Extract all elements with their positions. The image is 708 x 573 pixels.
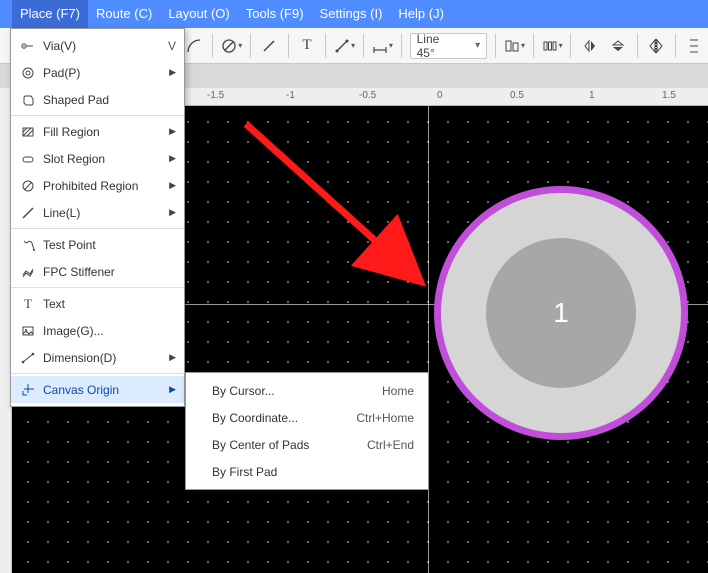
pad-label: 1 (553, 297, 569, 329)
toolbar-distribute-icon[interactable]: ▾ (541, 34, 564, 58)
item-label: Image(G)... (43, 324, 176, 338)
line-icon (19, 206, 37, 220)
submenu-by-coordinate[interactable]: By Coordinate... Ctrl+Home (186, 404, 428, 431)
menu-separator (11, 228, 184, 229)
item-shortcut: Home (382, 384, 414, 398)
submenu-arrow-icon: ▶ (169, 153, 176, 164)
menu-fill-region[interactable]: Fill Region ▶ (11, 118, 184, 145)
menu-dimension[interactable]: Dimension(D) ▶ (11, 344, 184, 371)
item-label: Line(L) (43, 206, 163, 220)
dimension-icon (19, 351, 37, 365)
toolbar-align-icon[interactable]: ▾ (503, 34, 526, 58)
item-label: By First Pad (212, 465, 414, 479)
menu-text[interactable]: T Text (11, 290, 184, 317)
via-icon (19, 39, 37, 53)
pad-core[interactable]: 1 (486, 238, 636, 388)
submenu-by-cursor[interactable]: By Cursor... Home (186, 377, 428, 404)
pad-icon (19, 66, 37, 80)
slot-region-icon (19, 152, 37, 166)
ruler-tick: 1.5 (662, 90, 676, 101)
item-label: Pad(P) (43, 66, 163, 80)
menu-fpc[interactable]: FPC Stiffener (11, 258, 184, 285)
submenu-arrow-icon: ▶ (169, 126, 176, 137)
item-shortcut: V (168, 39, 176, 53)
menu-via[interactable]: Via(V) V (11, 32, 184, 59)
toolbar-flipv-icon[interactable] (607, 34, 630, 58)
submenu-by-first-pad[interactable]: By First Pad (186, 458, 428, 485)
fpc-icon (19, 265, 37, 279)
toolbar-mirror-icon[interactable] (645, 34, 668, 58)
submenu-arrow-icon: ▶ (169, 207, 176, 218)
menu-slot-region[interactable]: Slot Region ▶ (11, 145, 184, 172)
submenu-by-center-of-pads[interactable]: By Center of Pads Ctrl+End (186, 431, 428, 458)
menu-pad[interactable]: Pad(P) ▶ (11, 59, 184, 86)
image-icon (19, 324, 37, 338)
item-shortcut: Ctrl+Home (356, 411, 414, 425)
submenu-arrow-icon: ▶ (169, 352, 176, 363)
menu-shaped-pad[interactable]: Shaped Pad (11, 86, 184, 113)
chevron-down-icon: ▾ (475, 40, 480, 51)
origin-icon (19, 383, 37, 397)
canvas-origin-submenu: By Cursor... Home By Coordinate... Ctrl+… (185, 372, 429, 490)
prohibited-icon (19, 179, 37, 193)
ruler-tick: 0.5 (510, 90, 524, 101)
item-label: Slot Region (43, 152, 163, 166)
item-label: By Cursor... (212, 384, 382, 398)
submenu-arrow-icon: ▶ (169, 67, 176, 78)
menu-canvas-origin[interactable]: Canvas Origin ▶ (11, 376, 184, 403)
fill-region-icon (19, 125, 37, 139)
item-label: Prohibited Region (43, 179, 163, 193)
item-label: Dimension(D) (43, 351, 163, 365)
item-label: Text (43, 297, 176, 311)
menu-image[interactable]: Image(G)... (11, 317, 184, 344)
menu-separator (11, 287, 184, 288)
menu-separator (11, 115, 184, 116)
shaped-pad-icon (19, 93, 37, 107)
menu-test-point[interactable]: Test Point (11, 231, 184, 258)
toolbar-extra-icon[interactable] (682, 34, 705, 58)
item-label: Shaped Pad (43, 93, 176, 107)
text-icon: T (19, 296, 37, 312)
item-shortcut: Ctrl+End (367, 438, 414, 452)
submenu-arrow-icon: ▶ (169, 384, 176, 395)
item-label: Canvas Origin (43, 383, 163, 397)
menu-place[interactable]: Place (F7) (12, 0, 88, 28)
item-label: Fill Region (43, 125, 163, 139)
toolbar-fliph-icon[interactable] (578, 34, 601, 58)
item-label: By Coordinate... (212, 411, 356, 425)
menu-separator (11, 373, 184, 374)
item-label: FPC Stiffener (43, 265, 176, 279)
ruler-tick: 1 (589, 90, 595, 101)
place-dropdown: Via(V) V Pad(P) ▶ Shaped Pad Fill Region… (10, 28, 185, 407)
item-label: By Center of Pads (212, 438, 367, 452)
item-label: Test Point (43, 238, 176, 252)
item-label: Via(V) (43, 39, 162, 53)
submenu-arrow-icon: ▶ (169, 180, 176, 191)
menu-line[interactable]: Line(L) ▶ (11, 199, 184, 226)
test-point-icon (19, 238, 37, 252)
menu-prohibited-region[interactable]: Prohibited Region ▶ (11, 172, 184, 199)
